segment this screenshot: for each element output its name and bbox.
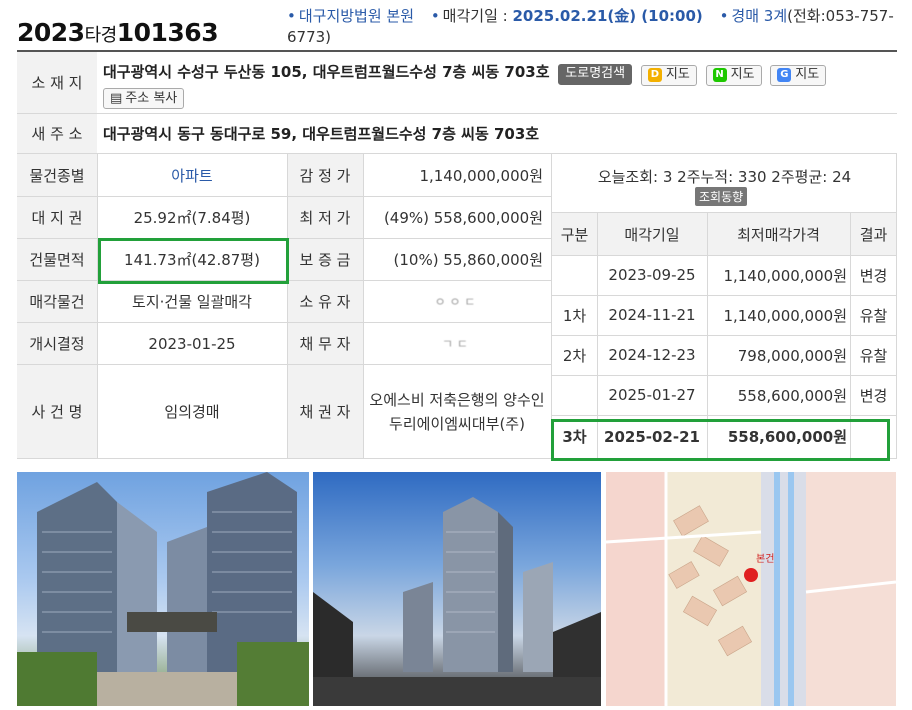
copy-icon: ▤ [110,90,123,106]
history-result: 유찰 [859,306,888,325]
history-header-round: 구분 [560,225,589,244]
owner-value: ㅇ ㅇ ㄷ [434,295,476,309]
new-address-label: 새 주 소 [17,114,97,153]
case-name-label: 사 건 명 [17,365,97,458]
debtor-label: 채 무 자 [287,323,363,364]
case-name-value: 임의경매 [164,403,220,421]
view-stats: 오늘조회: 3 2주누적: 330 2주평균: 24 조회동향 [552,154,897,212]
history-result: 변경 [859,266,888,285]
sale-type-label: 매각물건 [17,281,97,322]
start-value: 2023-01-25 [148,334,236,353]
history-result: 유찰 [859,346,888,365]
row-divider [552,415,897,416]
appraisal-value: 1,140,000,000원 [419,166,543,185]
case-number: 2023타경101363 [17,18,219,47]
deposit-label: 보 증 금 [287,239,363,280]
min-price-value: (49%) 558,600,000원 [383,209,543,227]
building-photo-1[interactable] [17,472,309,706]
address-value: 대구광역시 수성구 두산동 105, 대우트럼프월드수성 7층 씨동 703호 [103,63,550,81]
naver-map-button[interactable]: N 지도 [705,64,762,86]
col-divider [363,154,364,458]
appraisal-label: 감 정 가 [287,154,363,196]
col-divider [896,154,897,458]
history-round [552,255,597,295]
history-date: 2023-09-25 [608,266,696,284]
kind-label: 물건종별 [17,154,97,196]
building-photo-2[interactable] [313,472,601,706]
row-divider [552,295,897,296]
owner-label: 소 유 자 [287,281,363,322]
court-link[interactable]: 대구지방법원 본원 [299,7,414,25]
case-meta: • 대구지방법원 본원 • 매각기일 : 2025.02.21(金) (10:00)… [287,7,894,46]
address-label: 소 재 지 [17,52,97,113]
history-header-price: 최저매각가격 [737,225,820,244]
min-price-label: 최 저 가 [287,197,363,238]
col-divider [287,154,288,458]
copy-address-button[interactable]: ▤ 주소 복사 [103,88,185,109]
location-map-graphic: 본건 [606,472,896,706]
case-header: 2023타경101363 • 대구지방법원 본원 • 매각기일 : 2025.02.… [0,0,912,50]
road-search-button[interactable]: 도로명검색 [558,63,633,85]
naver-icon: N [712,68,727,82]
history-price: 798,000,000원 [737,346,847,365]
start-label: 개시결정 [17,323,97,364]
history-date: 2024-11-21 [608,306,696,324]
history-price: 558,600,000원 [737,386,847,405]
new-address-value: 대구광역시 동구 동대구로 59, 대우트럼프월드수성 7층 씨동 703호 [103,125,540,143]
building-label: 건물면적 [17,239,97,280]
google-icon: G [777,68,792,82]
history-round: 2차 [562,346,587,365]
col-divider [97,154,98,458]
row-divider [552,255,897,256]
kind-value[interactable]: 아파트 [97,154,287,196]
history-price: 1,140,000,000원 [723,266,847,285]
creditor-label: 채 권 자 [287,365,363,458]
current-round-highlight [551,419,890,461]
history-round: 1차 [562,306,587,325]
building-photo-2-graphic [313,497,601,706]
address-row: 소 재 지 대구광역시 수성구 두산동 105, 대우트럼프월드수성 7층 씨동… [17,52,897,114]
sale-date-label: 매각기일 : [442,7,508,25]
google-map-button[interactable]: G 지도 [770,64,827,86]
creditor-value: 오에스비 저축은행의 양수인 두리에이엠씨대부(주) [369,390,545,433]
row-divider [552,335,897,336]
history-date: 2024-12-23 [608,346,696,364]
daum-icon: D [647,68,662,82]
new-address-row: 새 주 소 대구광역시 동구 동대구로 59, 대우트럼프월드수성 7층 씨동 … [17,114,897,154]
land-label: 대 지 권 [17,197,97,238]
map-subject-label: 본건 [756,553,774,565]
building-photo-1-graphic [17,472,309,706]
history-round [552,375,597,415]
building-area-highlight [98,238,289,284]
address-value-block: 대구광역시 수성구 두산동 105, 대우트럼프월드수성 7층 씨동 703호 … [103,61,893,109]
sale-date: 2025.02.21(金) (10:00) [512,7,703,25]
daum-map-button[interactable]: D 지도 [640,64,697,86]
view-stats-text: 오늘조회: 3 2주누적: 330 2주평균: 24 [597,168,852,186]
history-result: 변경 [859,386,888,405]
history-header-date: 매각기일 [624,225,680,244]
row-divider [552,212,897,213]
deposit-value: (10%) 55,860,000원 [393,251,544,269]
sale-type-value: 토지·건물 일괄매각 [132,293,252,311]
row-divider [552,375,897,376]
location-map[interactable]: 본건 [606,472,896,706]
dept-link[interactable]: 경매 3계 [731,7,787,25]
view-trend-button[interactable]: 조회동향 [695,187,748,206]
land-value: 25.92㎡(7.84평) [133,209,251,227]
debtor-value: ㄱ ㄷ [442,337,468,351]
history-header-result: 결과 [859,225,888,244]
history-date: 2025-01-27 [608,386,696,404]
history-price: 1,140,000,000원 [723,306,847,325]
